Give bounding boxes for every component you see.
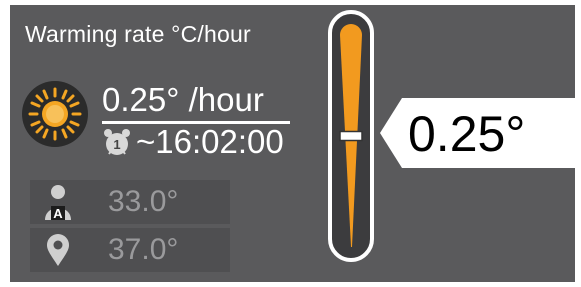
reference-value-location: 37.0° bbox=[108, 233, 179, 266]
panel-title: Warming rate °C/hour bbox=[25, 21, 251, 47]
gauge-value-text: 0.25° bbox=[408, 106, 526, 162]
location-pin-icon bbox=[47, 234, 69, 266]
estimated-time: ~16:02:00 bbox=[136, 123, 284, 160]
person-badge: A bbox=[53, 206, 63, 220]
sun-icon bbox=[22, 81, 88, 147]
rate-gauge bbox=[328, 10, 374, 262]
gauge-level-marker bbox=[339, 130, 363, 142]
warming-rate-panel: Warming rate °C/hour 0.25° /hour 1 ~16:0… bbox=[10, 5, 581, 282]
person-a-icon: A bbox=[45, 185, 71, 220]
reference-row-location: 37.0° bbox=[30, 228, 230, 272]
reference-row-a: A 33.0° bbox=[30, 180, 230, 224]
warming-rate-value: 0.25° /hour bbox=[102, 81, 264, 118]
alarm-badge: 1 bbox=[113, 137, 120, 152]
alarm-clock-icon: 1 bbox=[104, 129, 130, 155]
reference-value-a: 33.0° bbox=[108, 185, 179, 218]
